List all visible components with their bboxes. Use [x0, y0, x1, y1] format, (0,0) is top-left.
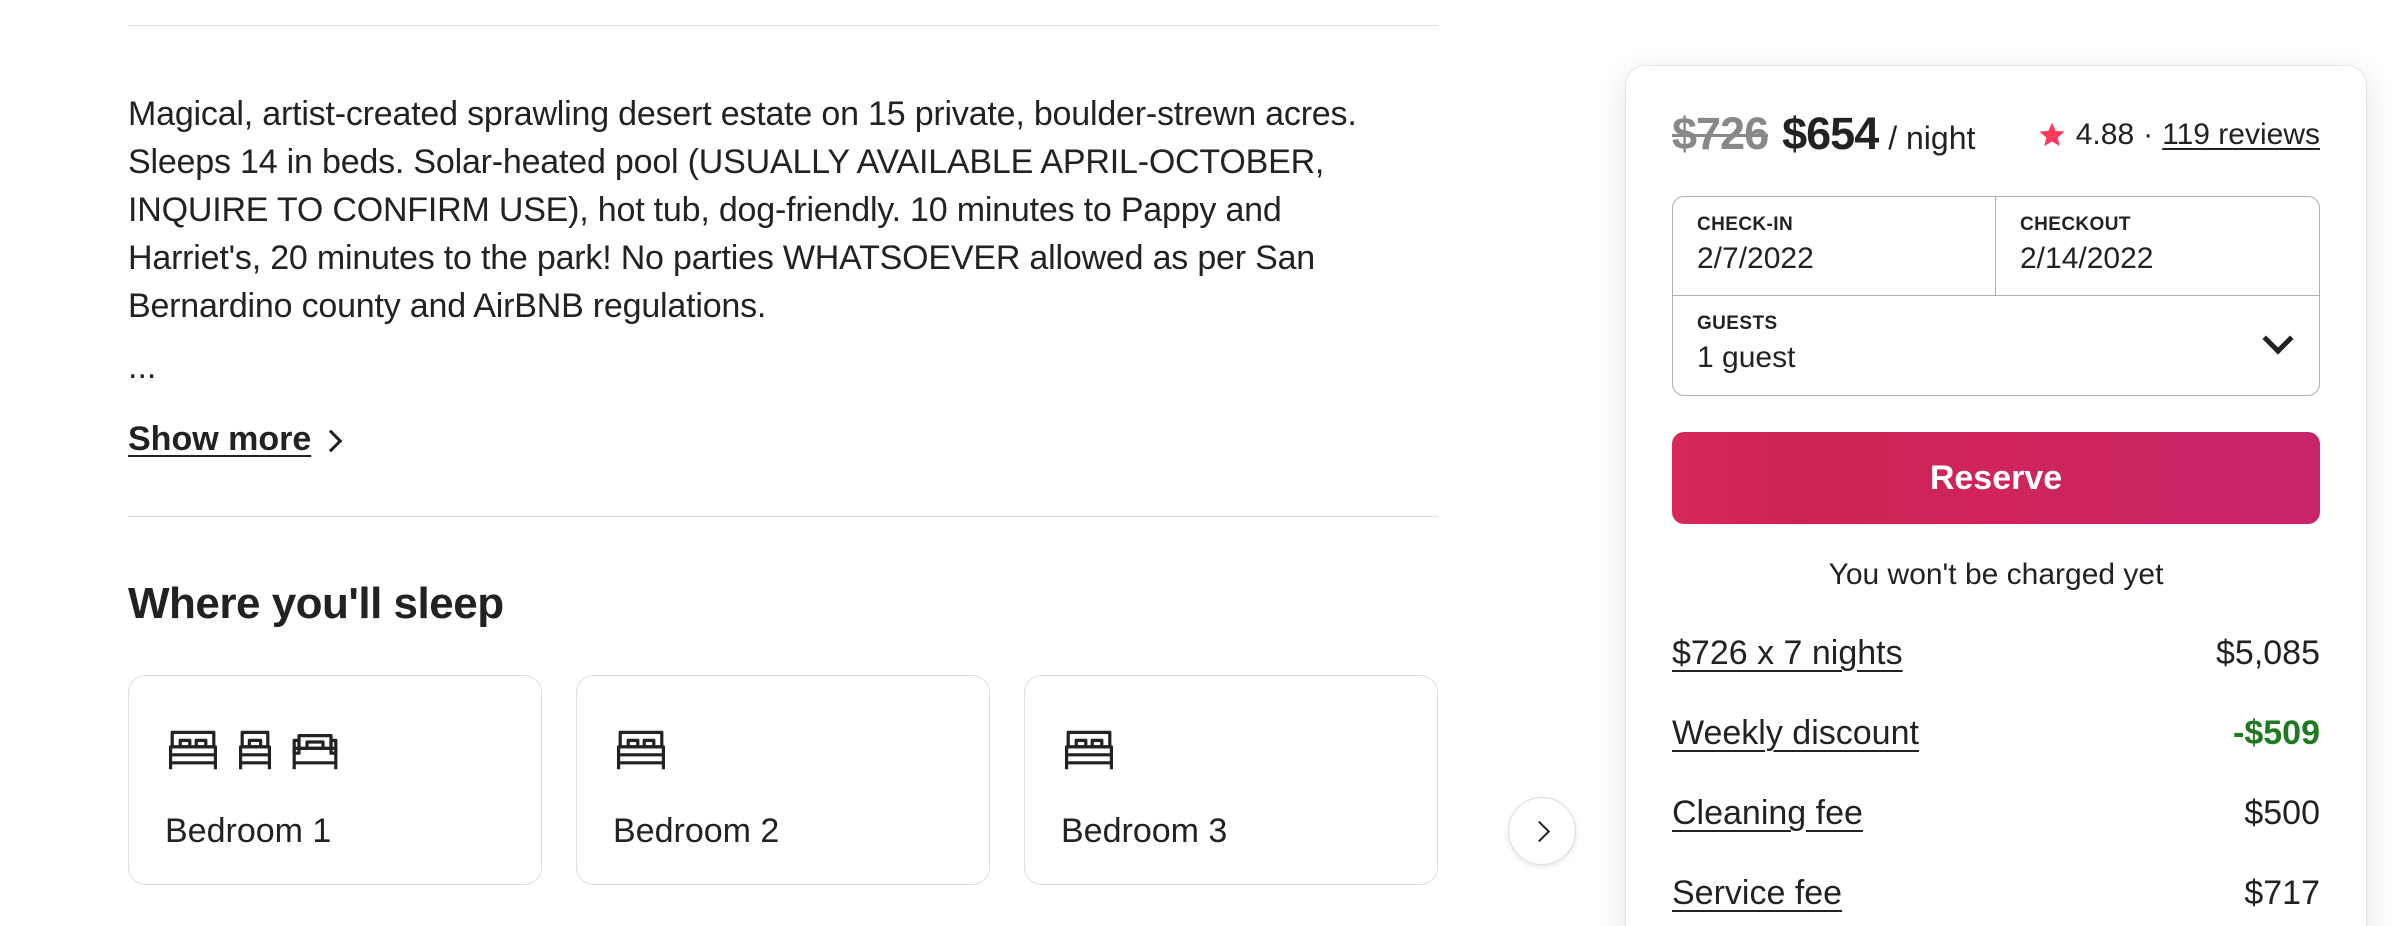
guests-label: GUESTS: [1697, 313, 1778, 334]
bedroom-label: Bedroom 2: [613, 812, 780, 850]
booking-fields: CHECK-IN 2/7/2022 CHECKOUT 2/14/2022 GUE…: [1672, 196, 2320, 396]
fee-value: $5,085: [2216, 634, 2320, 672]
rating-separator: ·: [2143, 118, 2154, 151]
fee-value: $500: [2244, 794, 2320, 832]
date-row: CHECK-IN 2/7/2022 CHECKOUT 2/14/2022: [1673, 197, 2319, 296]
bedroom-carousel-next-button[interactable]: [1508, 797, 1576, 865]
fee-label[interactable]: Weekly discount: [1672, 714, 1919, 753]
charge-note: You won't be charged yet: [1828, 558, 2164, 591]
bed-icon-group: [1061, 712, 1401, 774]
bedroom-card[interactable]: Bedroom 1: [128, 675, 542, 885]
fee-breakdown: $726 x 7 nights $5,085 Weekly discount -…: [1672, 634, 2320, 913]
booking-card: $726 $654 / night 4.88 · 119 reviews CHE…: [1625, 65, 2367, 926]
fee-label[interactable]: $726 x 7 nights: [1672, 634, 1903, 673]
chevron-right-icon: [1528, 820, 1551, 842]
bedroom-carousel: Bedroom 1 Bedroom 2 Bedroom 3: [128, 675, 1576, 885]
checkout-label: CHECKOUT: [2020, 214, 2131, 235]
show-more-label: Show more: [128, 420, 312, 458]
fee-value: $717: [2244, 874, 2320, 912]
fee-row: $726 x 7 nights $5,085: [1672, 634, 2320, 673]
discounted-price: $654: [1782, 108, 1879, 159]
fee-row: Cleaning fee $500: [1672, 794, 2320, 833]
double-bed-icon: [169, 730, 217, 770]
checkout-value: 2/14/2022: [2020, 242, 2154, 275]
star-icon: [2039, 122, 2065, 147]
checkin-value: 2/7/2022: [1697, 242, 1814, 275]
fee-row: Service fee $717: [1672, 874, 2320, 913]
guests-field[interactable]: GUESTS 1 guest: [1673, 296, 2319, 395]
price-unit-label: / night: [1888, 120, 1976, 156]
listing-detail-page: Magical, artist-created sprawling desert…: [0, 0, 2400, 926]
checkin-label: CHECK-IN: [1697, 214, 1794, 235]
single-bed-icon: [239, 730, 272, 770]
double-bed-icon: [616, 730, 665, 770]
checkin-field[interactable]: CHECK-IN 2/7/2022: [1673, 197, 1996, 295]
sofa-bed-icon: [292, 734, 338, 770]
price-group: $726 $654 / night: [1672, 108, 1975, 160]
rating-value: 4.88: [2075, 118, 2135, 151]
listing-main-column: Magical, artist-created sprawling desert…: [128, 0, 1576, 885]
guests-text-group: GUESTS 1 guest: [1697, 313, 1795, 375]
bed-icon-group: [165, 712, 505, 774]
original-price: $726: [1672, 108, 1769, 159]
fee-value: -$509: [2233, 714, 2320, 752]
guests-value: 1 guest: [1697, 341, 1796, 374]
bedroom-card[interactable]: Bedroom 2: [576, 675, 990, 885]
reviews-link[interactable]: 119 reviews: [2162, 118, 2320, 152]
section-divider-top: [128, 25, 1438, 26]
fee-label[interactable]: Cleaning fee: [1672, 794, 1863, 833]
section-divider-middle: [128, 516, 1438, 517]
fee-row: Weekly discount -$509: [1672, 714, 2320, 753]
bed-icon-group: [613, 712, 953, 774]
bedroom-label: Bedroom 1: [165, 812, 332, 850]
double-bed-icon: [1065, 730, 1113, 770]
chevron-right-icon: [319, 429, 343, 452]
show-more-button[interactable]: Show more: [128, 420, 343, 459]
fee-label[interactable]: Service fee: [1672, 874, 1842, 913]
bedroom-label: Bedroom 3: [1061, 812, 1228, 850]
reserve-button[interactable]: Reserve: [1672, 432, 2320, 524]
listing-description: Magical, artist-created sprawling desert…: [128, 95, 1357, 325]
where-youll-sleep-title: Where you'll sleep: [128, 579, 504, 628]
chevron-down-icon[interactable]: [2262, 323, 2294, 355]
bedroom-card[interactable]: Bedroom 3: [1024, 675, 1438, 885]
rating-group: 4.88 · 119 reviews: [2038, 118, 2320, 152]
description-truncation-ellipsis: ...: [128, 348, 157, 386]
checkout-field[interactable]: CHECKOUT 2/14/2022: [1996, 197, 2319, 295]
price-header: $726 $654 / night 4.88 · 119 reviews: [1672, 108, 2320, 160]
